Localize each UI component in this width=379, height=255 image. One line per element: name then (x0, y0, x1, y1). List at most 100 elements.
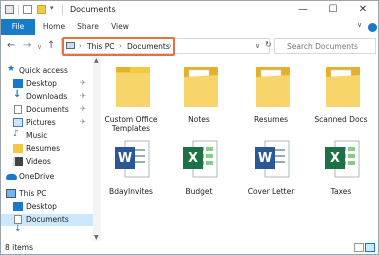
breadcrumb-highlight (62, 37, 175, 56)
details-view-icon[interactable] (354, 243, 364, 252)
file-item[interactable]: Scanned Docs (311, 57, 371, 137)
explorer-app-icon[interactable] (5, 5, 14, 14)
item-count: 8 items (5, 243, 34, 252)
pin-icon[interactable]: ✈ (80, 118, 86, 126)
file-item[interactable]: W Cover Letter (241, 135, 301, 215)
nav-item-videos[interactable]: Videos (1, 156, 93, 168)
nav-item-label: Downloads (26, 92, 68, 101)
file-item[interactable]: W BdayInvites (101, 135, 161, 215)
file-name: Notes (188, 115, 210, 124)
nav-item-partial: ↓ (1, 224, 93, 234)
pin-icon[interactable]: ✈ (80, 105, 86, 113)
search-input[interactable]: Search Documents (274, 38, 376, 54)
pin-icon[interactable]: ✈ (80, 92, 86, 100)
nav-item-label: Resumes (26, 144, 60, 153)
nav-item-resumes[interactable]: Resumes (1, 143, 93, 155)
recent-locations-button[interactable]: ∨ (37, 41, 42, 53)
scroll-up-icon[interactable]: ▲ (94, 57, 99, 64)
document-icon (14, 105, 22, 114)
file-name: Scanned Docs (314, 115, 368, 124)
nav-item-label: Desktop (26, 202, 57, 211)
file-name: Resumes (254, 115, 288, 124)
new-folder-icon[interactable] (37, 5, 46, 14)
nav-item-label: This PC (19, 189, 47, 198)
file-type-letter: W (117, 151, 133, 166)
folder-with-docs-icon (326, 67, 360, 107)
nav-item-this-pc[interactable]: This PC (1, 188, 93, 200)
large-icons-view-icon[interactable] (365, 243, 375, 252)
address-row: ← → ∨ ↑ › This PC › Documents › ∨ ↻ Sear… (1, 35, 378, 57)
pictures-icon (13, 118, 23, 127)
navigation-pane: ★ Quick access Desktop ✈ ↓ Downloads ✈ D… (1, 57, 93, 241)
ribbon-expand-icon[interactable]: ∨ (357, 21, 362, 29)
file-explorer-window: ▾ Documents — ☐ ✕ File Home Share View ∨… (0, 0, 379, 255)
pin-icon[interactable]: ✈ (80, 79, 86, 87)
up-button[interactable]: ↑ (47, 40, 55, 52)
tab-share[interactable]: Share (73, 19, 103, 35)
file-name: Taxes (330, 187, 352, 196)
nav-item-label: Documents (26, 105, 69, 114)
search-placeholder: Search Documents (287, 42, 358, 51)
file-item[interactable]: Resumes (241, 57, 301, 137)
forward-button[interactable]: → (23, 40, 31, 52)
file-list: Custom Office Templates Notes Resumes Sc… (101, 57, 378, 241)
nav-item-label: Documents (26, 215, 69, 224)
nav-item-music[interactable]: ♪ Music (1, 129, 93, 142)
folder-icon (116, 67, 150, 107)
close-button[interactable]: ✕ (348, 1, 378, 19)
folder-with-docs-icon (184, 67, 218, 107)
quick-access-toolbar-dropdown[interactable]: ▾ (50, 4, 54, 12)
properties-icon[interactable] (23, 5, 32, 14)
file-item[interactable]: X Budget (169, 135, 229, 215)
nav-item-label: Music (26, 131, 48, 140)
nav-item-pictures[interactable]: Pictures ✈ (1, 117, 93, 129)
nav-item-label: Desktop (26, 79, 57, 88)
cloud-icon (6, 174, 17, 180)
scroll-down-icon[interactable]: ▼ (94, 234, 99, 241)
nav-item-downloads[interactable]: ↓ Downloads ✈ (1, 89, 93, 103)
file-item[interactable]: Notes (169, 57, 229, 137)
refresh-icon[interactable]: ↻ (265, 40, 272, 49)
file-name: BdayInvites (109, 187, 153, 196)
help-icon[interactable] (368, 23, 377, 32)
document-icon (14, 215, 22, 224)
ribbon-tabs: File Home Share View ∨ (1, 19, 378, 36)
file-name: Budget (185, 187, 213, 196)
download-icon: ↓ (13, 89, 22, 100)
folder-icon (13, 144, 23, 153)
nav-item-documents[interactable]: Documents ✈ (1, 104, 93, 116)
pc-icon (6, 189, 16, 198)
maximize-button[interactable]: ☐ (318, 1, 348, 19)
nav-item-label: Videos (26, 157, 51, 166)
music-icon: ♪ (13, 129, 19, 139)
title-separator (62, 5, 63, 15)
title-separator (18, 5, 19, 15)
file-name: Cover Letter (247, 187, 295, 196)
file-item[interactable]: Custom Office Templates (101, 57, 161, 137)
nav-pane-scrollbar[interactable]: ▲ ▼ (93, 57, 101, 241)
tab-view[interactable]: View (107, 19, 133, 35)
tab-home[interactable]: Home (39, 19, 69, 35)
file-name: Custom Office Templates (104, 115, 158, 133)
file-type-letter: W (257, 151, 273, 166)
desktop-icon (13, 202, 23, 211)
download-icon: ↓ (14, 224, 22, 234)
nav-item-pc-desktop[interactable]: Desktop (1, 201, 93, 213)
star-icon: ★ (7, 64, 16, 74)
tab-file[interactable]: File (1, 19, 35, 35)
file-type-letter: X (187, 151, 199, 166)
nav-item-onedrive[interactable]: OneDrive (1, 171, 93, 183)
nav-item-label: OneDrive (19, 172, 55, 181)
nav-item-quick-access[interactable]: ★ Quick access (1, 64, 93, 77)
window-title: Documents (70, 5, 116, 14)
back-button[interactable]: ← (7, 40, 15, 52)
file-type-letter: X (329, 151, 341, 166)
file-item[interactable]: X Taxes (311, 135, 371, 215)
folder-with-docs-icon (256, 67, 290, 107)
title-bar: ▾ Documents — ☐ ✕ (1, 1, 378, 19)
video-icon (13, 157, 23, 166)
status-bar: 8 items (1, 241, 378, 254)
address-dropdown-icon[interactable]: ∨ (255, 42, 260, 50)
minimize-button[interactable]: — (288, 1, 318, 19)
nav-item-label: Quick access (19, 66, 68, 75)
